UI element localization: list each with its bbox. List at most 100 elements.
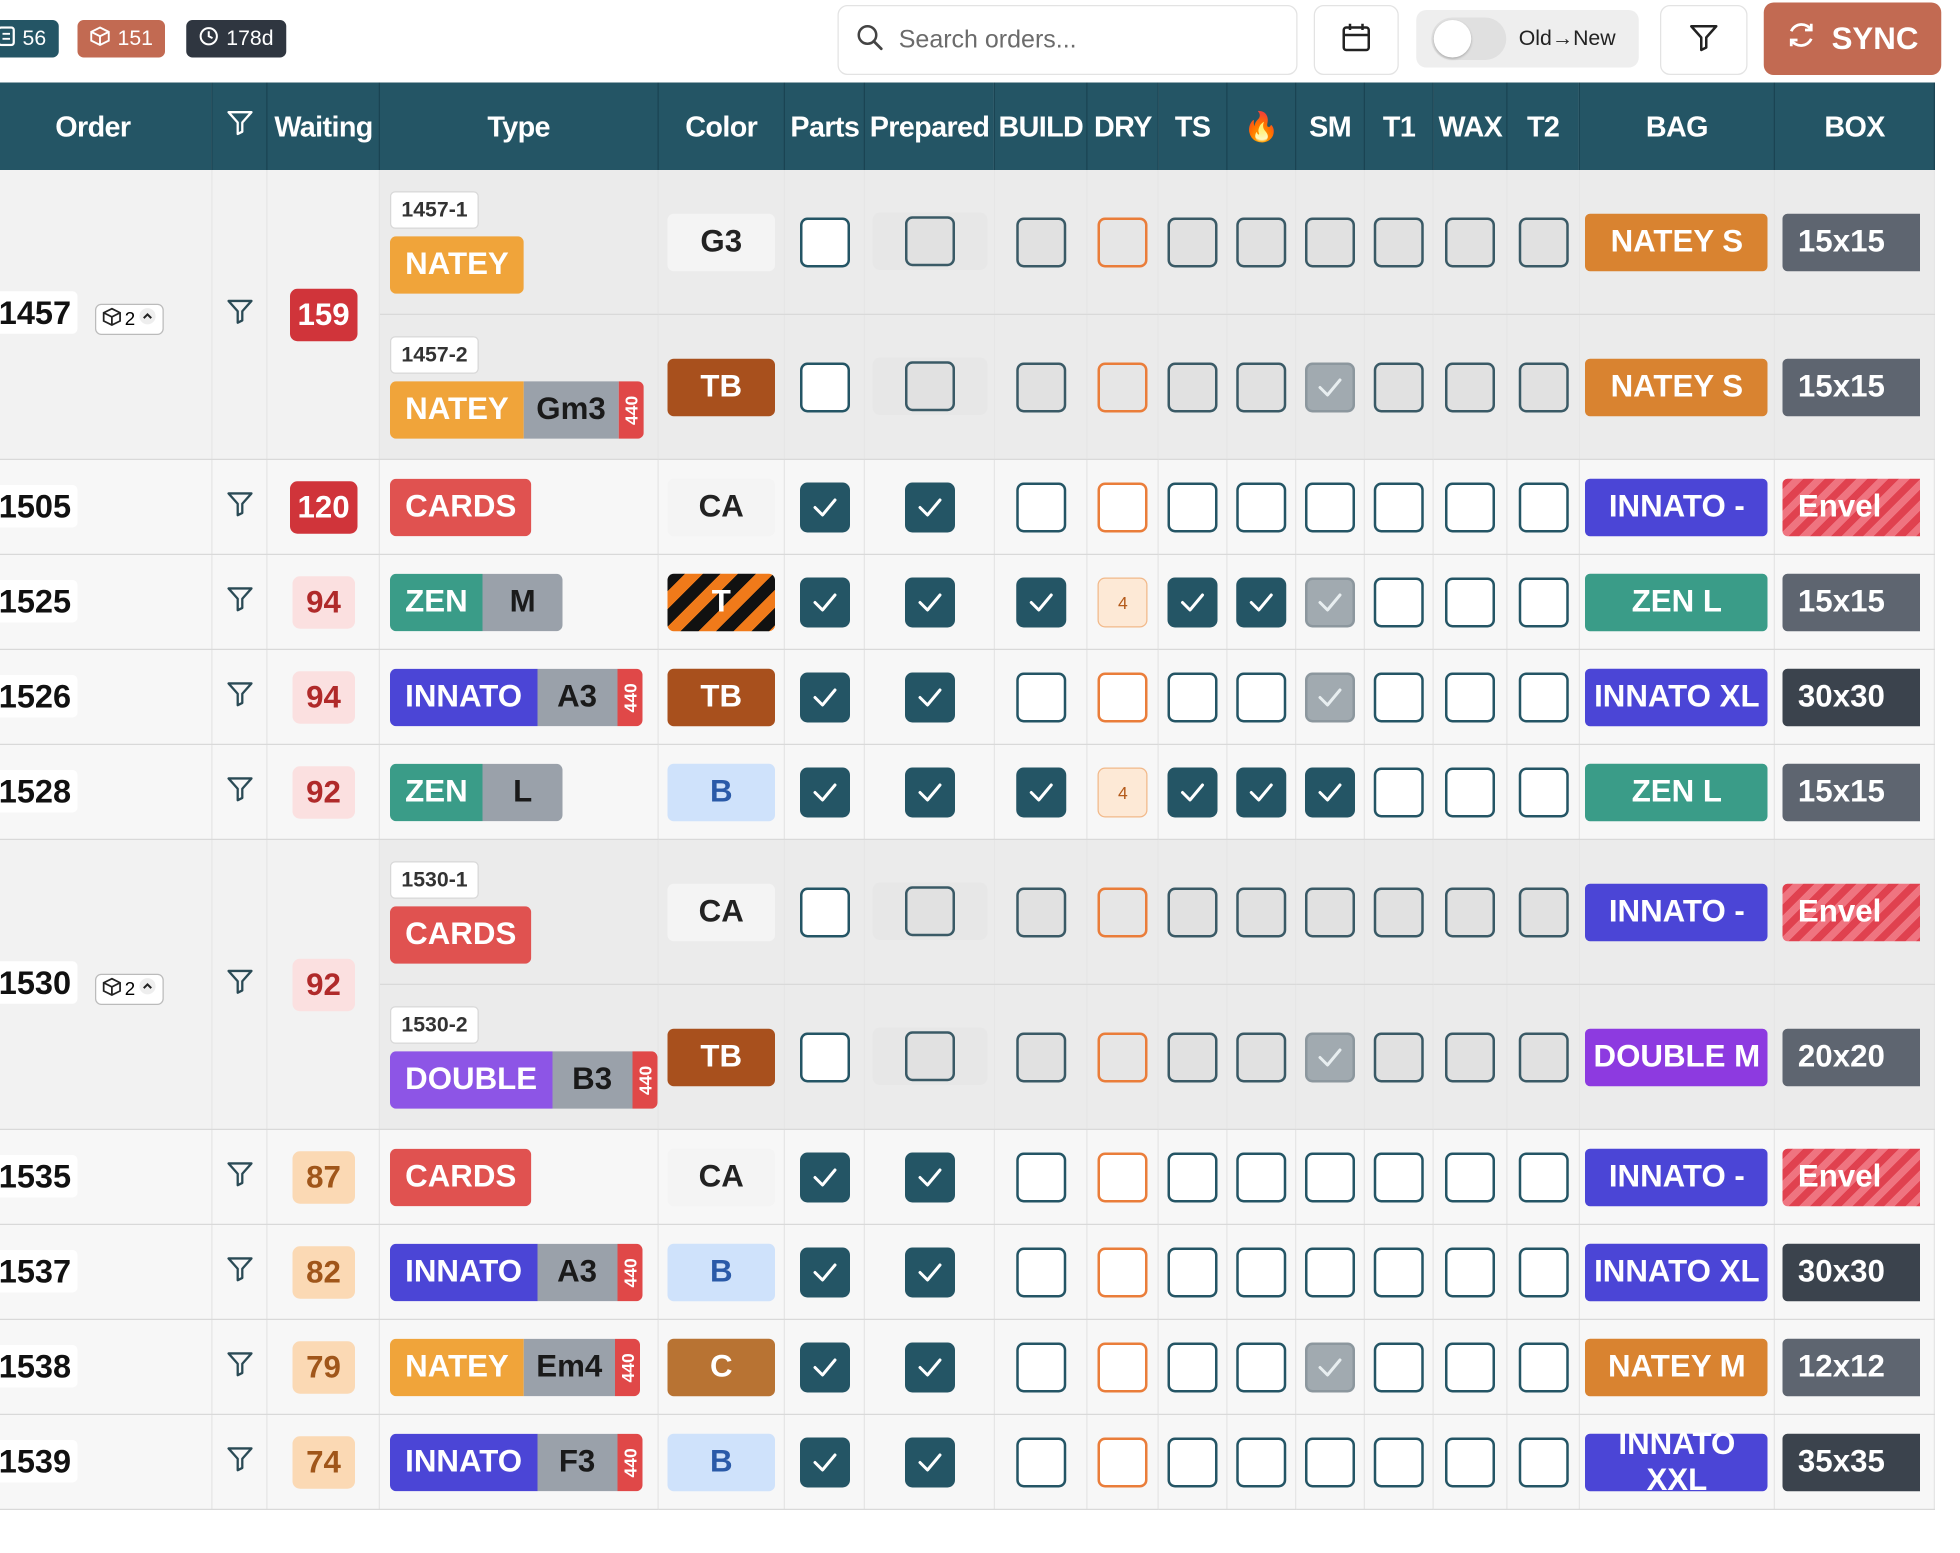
parts-checkbox[interactable] xyxy=(799,1436,850,1487)
order-number[interactable]: 1505 xyxy=(0,485,78,528)
dry-checkbox[interactable] xyxy=(1097,216,1148,267)
wax-checkbox[interactable] xyxy=(1445,1246,1496,1297)
fire-checkbox[interactable] xyxy=(1236,1341,1287,1392)
t2-checkbox[interactable] xyxy=(1518,481,1569,532)
fire-checkbox[interactable] xyxy=(1236,361,1287,412)
fire-checkbox[interactable] xyxy=(1236,886,1287,937)
sm-checkbox[interactable] xyxy=(1305,1436,1356,1487)
dry-checkbox[interactable] xyxy=(1097,1246,1148,1297)
parts-checkbox[interactable] xyxy=(799,216,850,267)
column-header[interactable]: TS xyxy=(1158,82,1228,170)
order-number[interactable]: 1530 xyxy=(0,961,78,1005)
fire-checkbox[interactable] xyxy=(1236,1246,1287,1297)
prepared-checkbox[interactable] xyxy=(904,885,955,936)
wax-checkbox[interactable] xyxy=(1445,1031,1496,1082)
column-header[interactable]: Color xyxy=(657,82,786,170)
build-checkbox[interactable] xyxy=(1015,576,1066,627)
t2-checkbox[interactable] xyxy=(1518,1031,1569,1082)
prepared-checkbox[interactable] xyxy=(904,1151,955,1202)
fire-checkbox[interactable] xyxy=(1236,481,1287,532)
t2-checkbox[interactable] xyxy=(1518,1341,1569,1392)
filter-button[interactable] xyxy=(1660,5,1748,75)
order-number[interactable]: 1528 xyxy=(0,770,78,813)
t2-checkbox[interactable] xyxy=(1518,1151,1569,1202)
filter-icon[interactable] xyxy=(226,298,254,332)
order-number[interactable]: 1525 xyxy=(0,580,78,623)
order-number[interactable]: 1457 xyxy=(0,291,78,335)
ts-checkbox[interactable] xyxy=(1167,671,1218,722)
sm-checkbox[interactable] xyxy=(1305,1031,1356,1082)
wax-checkbox[interactable] xyxy=(1445,1151,1496,1202)
column-header[interactable]: Type xyxy=(379,82,659,170)
parts-checkbox[interactable] xyxy=(799,1151,850,1202)
dry-checkbox[interactable] xyxy=(1097,1436,1148,1487)
table-row[interactable]: 1457 2 159 1457-1 NATEY G3 NATEY S 15x15 xyxy=(0,170,1935,460)
build-checkbox[interactable] xyxy=(1015,361,1066,412)
wax-checkbox[interactable] xyxy=(1445,481,1496,532)
t1-checkbox[interactable] xyxy=(1374,671,1425,722)
build-checkbox[interactable] xyxy=(1015,1031,1066,1082)
build-checkbox[interactable] xyxy=(1015,1246,1066,1297)
ts-checkbox[interactable] xyxy=(1167,361,1218,412)
prepared-checkbox[interactable] xyxy=(904,481,955,532)
t1-checkbox[interactable] xyxy=(1374,576,1425,627)
parts-checkbox[interactable] xyxy=(799,886,850,937)
dry-checkbox[interactable] xyxy=(1097,886,1148,937)
table-row[interactable]: 1505 120 CARDS CA INNATO - Envel xyxy=(0,459,1935,555)
filter-icon[interactable] xyxy=(226,1160,254,1194)
order-number[interactable]: 1526 xyxy=(0,675,78,718)
parts-checkbox[interactable] xyxy=(799,1341,850,1392)
t2-checkbox[interactable] xyxy=(1518,361,1569,412)
prepared-checkbox[interactable] xyxy=(904,1341,955,1392)
t1-checkbox[interactable] xyxy=(1374,1246,1425,1297)
dry-checkbox[interactable] xyxy=(1097,1341,1148,1392)
table-row[interactable]: 1537 82 INNATO A3 440 B INNATO XL 30x30 xyxy=(0,1224,1935,1320)
sm-checkbox[interactable] xyxy=(1305,216,1356,267)
column-header[interactable]: SM xyxy=(1295,82,1366,170)
column-header[interactable]: DRY xyxy=(1087,82,1160,170)
prepared-checkbox[interactable] xyxy=(904,360,955,411)
dry-checkbox[interactable]: 4 xyxy=(1097,766,1148,817)
parts-checkbox[interactable] xyxy=(799,766,850,817)
wax-checkbox[interactable] xyxy=(1445,576,1496,627)
filter-icon[interactable] xyxy=(226,775,254,809)
order-number[interactable]: 1539 xyxy=(0,1440,78,1483)
t1-checkbox[interactable] xyxy=(1374,766,1425,817)
suborders-toggle[interactable]: 2 xyxy=(94,973,164,1005)
prepared-checkbox[interactable] xyxy=(904,1030,955,1081)
wax-checkbox[interactable] xyxy=(1445,1341,1496,1392)
table-row[interactable]: 1530 2 92 1530-1 CARDS CA INNATO - Envel xyxy=(0,839,1935,1130)
sm-checkbox[interactable] xyxy=(1305,1341,1356,1392)
column-header[interactable]: Parts xyxy=(784,82,866,170)
ts-checkbox[interactable] xyxy=(1167,1436,1218,1487)
fire-checkbox[interactable] xyxy=(1236,576,1287,627)
wax-checkbox[interactable] xyxy=(1445,886,1496,937)
fire-checkbox[interactable] xyxy=(1236,216,1287,267)
t1-checkbox[interactable] xyxy=(1374,216,1425,267)
t1-checkbox[interactable] xyxy=(1374,1151,1425,1202)
column-header[interactable]: BUILD xyxy=(994,82,1089,170)
build-checkbox[interactable] xyxy=(1015,1341,1066,1392)
sort-order-toggle[interactable]: Old→New xyxy=(1416,10,1639,68)
wax-checkbox[interactable] xyxy=(1445,216,1496,267)
t2-checkbox[interactable] xyxy=(1518,576,1569,627)
table-row[interactable]: 1525 94 ZEN M T 4 ZEN L 15x15 xyxy=(0,554,1935,650)
build-checkbox[interactable] xyxy=(1015,766,1066,817)
table-row[interactable]: 1528 92 ZEN L B 4 ZEN L 15x15 xyxy=(0,744,1935,840)
filter-icon[interactable] xyxy=(226,968,254,1002)
prepared-checkbox[interactable] xyxy=(904,215,955,266)
filter-column-header[interactable] xyxy=(211,82,269,170)
prepared-checkbox[interactable] xyxy=(904,766,955,817)
t1-checkbox[interactable] xyxy=(1374,1341,1425,1392)
column-header[interactable]: WAX xyxy=(1433,82,1509,170)
table-row[interactable]: 1526 94 INNATO A3 440 TB INNATO XL 30x30 xyxy=(0,649,1935,745)
column-header[interactable]: BOX xyxy=(1774,82,1935,170)
parts-checkbox[interactable] xyxy=(799,576,850,627)
sm-checkbox[interactable] xyxy=(1305,1246,1356,1297)
parts-checkbox[interactable] xyxy=(799,481,850,532)
build-checkbox[interactable] xyxy=(1015,481,1066,532)
toggle-switch[interactable] xyxy=(1431,17,1507,60)
build-checkbox[interactable] xyxy=(1015,1151,1066,1202)
ts-checkbox[interactable] xyxy=(1167,481,1218,532)
filter-icon[interactable] xyxy=(226,680,254,714)
